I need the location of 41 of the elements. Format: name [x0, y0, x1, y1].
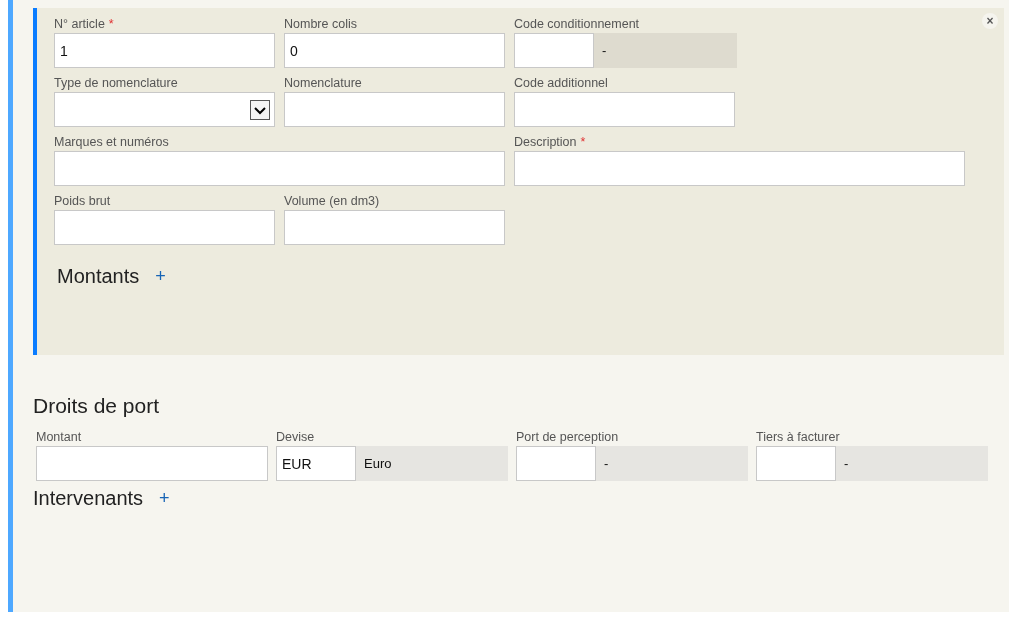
field-label: Volume (en dm3) [284, 194, 380, 210]
input-field[interactable] [514, 151, 965, 186]
field-label: Tiers à facturer [756, 430, 841, 446]
caret-icon [250, 99, 270, 120]
add-button[interactable]: + [153, 266, 168, 287]
field-label: Montant [36, 430, 83, 446]
input-field[interactable] [284, 92, 505, 127]
input-field[interactable] [54, 151, 505, 186]
close-button[interactable]: × [982, 13, 998, 29]
lookup-description: - [602, 43, 607, 58]
field-label: Description [514, 135, 577, 151]
required-asterisk: * [108, 17, 114, 33]
input-field[interactable]: 0 [284, 33, 505, 68]
field-label: N° article [54, 17, 105, 33]
field-label: Code conditionnement [514, 17, 640, 33]
input-field[interactable] [54, 210, 275, 245]
input-field[interactable] [514, 33, 594, 68]
field-label: Code additionnel [514, 76, 608, 92]
field-label: Port de perception [516, 430, 620, 446]
field-label: Poids brut [54, 194, 111, 210]
field-label: Type de nomenclature [54, 76, 178, 92]
field-label: Devise [276, 430, 316, 446]
input-field[interactable]: 1 [54, 33, 275, 68]
field-label: Nomenclature [284, 76, 362, 92]
lookup-description: - [844, 456, 849, 471]
input-field[interactable] [36, 446, 268, 481]
add-button[interactable]: + [157, 488, 172, 509]
input-field[interactable] [516, 446, 596, 481]
field-label: Nombre colis [284, 17, 357, 33]
lookup-description: Euro [364, 456, 392, 471]
input-field[interactable] [284, 210, 505, 245]
input-field[interactable] [756, 446, 836, 481]
select-field[interactable] [54, 92, 275, 127]
field-label: Marques et numéros [54, 135, 169, 151]
section-title: Montants [57, 265, 140, 288]
required-asterisk: * [580, 135, 586, 151]
section-title: Intervenants [33, 487, 144, 510]
lookup-description: - [604, 456, 609, 471]
section-title: Droits de port [33, 394, 161, 418]
input-field[interactable] [514, 92, 735, 127]
input-field[interactable]: EUR [276, 446, 356, 481]
